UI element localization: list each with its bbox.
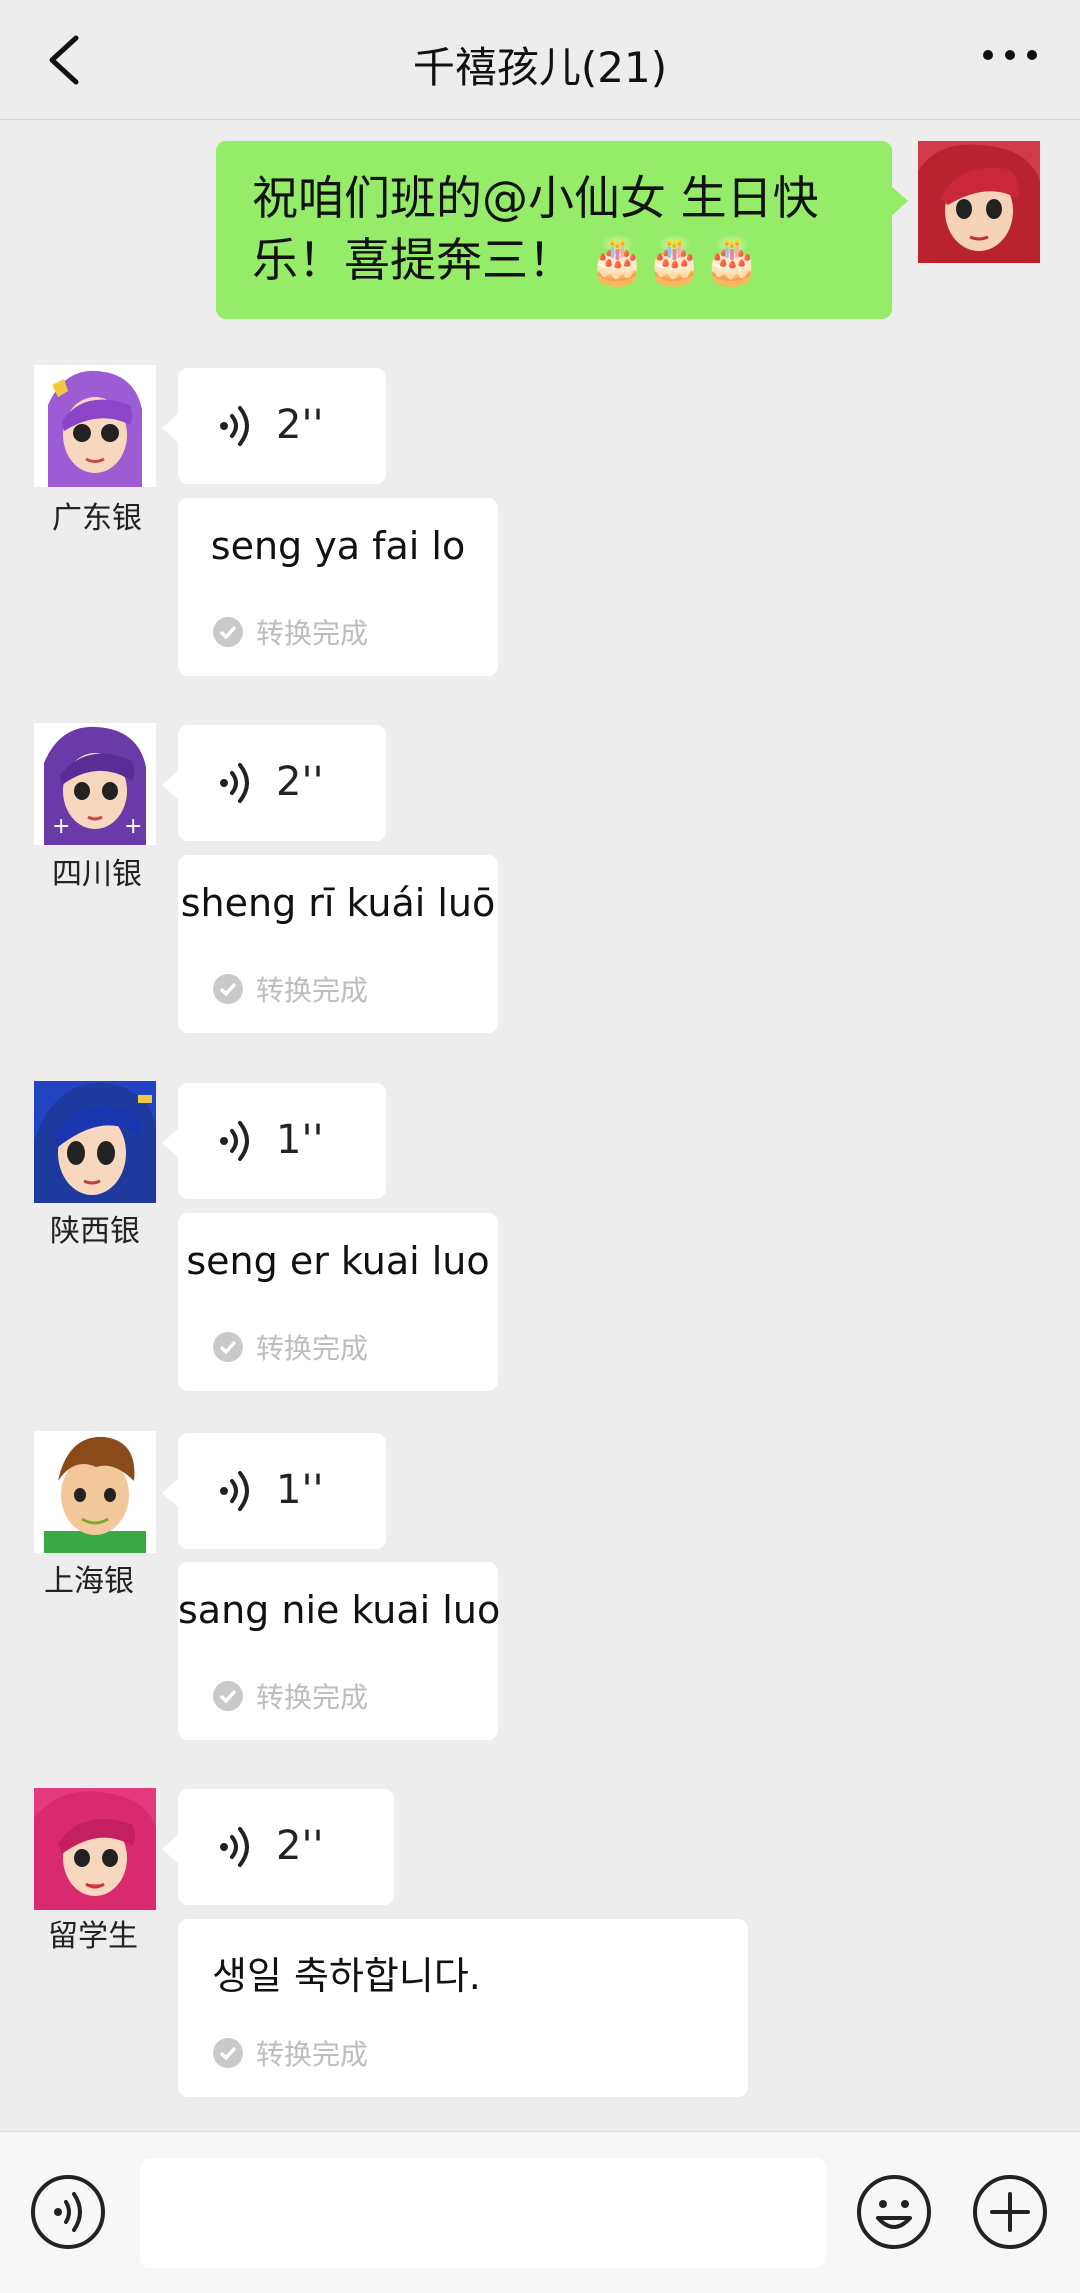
check-circle-icon: [213, 617, 243, 647]
status-text: 转换完成: [256, 974, 369, 1007]
chat-header: 千禧孩儿(21): [0, 0, 1080, 120]
transcript-status: 转换完成: [212, 969, 368, 1009]
transcript-status: 转换完成: [212, 612, 368, 652]
voice-message-bubble[interactable]: 2'': [162, 368, 386, 484]
voice-duration: 2'': [276, 402, 324, 448]
transcript-bubble[interactable]: seng er kuai luo 转换完成: [178, 1213, 498, 1391]
voice-message-bubble[interactable]: 2'': [162, 1789, 394, 1905]
status-text: 转换完成: [256, 1681, 369, 1714]
check-circle-icon: [213, 2038, 243, 2068]
avatar[interactable]: [34, 365, 156, 487]
voice-input-icon[interactable]: [30, 2174, 106, 2250]
avatar[interactable]: [34, 1081, 156, 1203]
voice-duration: 1'': [276, 1467, 324, 1513]
svg-text:+: +: [124, 814, 142, 839]
transcript-bubble[interactable]: sang nie kuai luo 转换完成: [178, 1562, 501, 1740]
nickname: 四川银: [52, 857, 142, 892]
nickname: 陕西银: [50, 1214, 140, 1249]
voice-message-bubble[interactable]: 1'': [162, 1433, 386, 1549]
self-message-text: 祝咱们班的@小仙女 生日快乐！喜提奔三！ 🎂🎂🎂: [252, 171, 819, 287]
transcript-text: sheng rī kuái luō: [180, 881, 496, 925]
self-message-bubble[interactable]: 祝咱们班的@小仙女 生日快乐！喜提奔三！ 🎂🎂🎂: [216, 141, 908, 319]
svg-text:+: +: [52, 814, 70, 839]
transcript-bubble[interactable]: seng ya fai lo 转换完成: [178, 498, 498, 676]
voice-wave-icon: [220, 1121, 249, 1161]
message-input[interactable]: [140, 2158, 826, 2268]
plus-icon[interactable]: [972, 2174, 1048, 2250]
transcript-bubble[interactable]: 생일 축하합니다. 转换完成: [178, 1919, 748, 2097]
status-text: 转换完成: [256, 1332, 369, 1365]
nickname: 上海银: [44, 1564, 134, 1599]
voice-wave-icon: [220, 763, 249, 803]
transcript-bubble[interactable]: sheng rī kuái luō 转换完成: [178, 855, 498, 1033]
transcript-status: 转换完成: [212, 2033, 368, 2073]
transcript-text: 생일 축하합니다.: [212, 1954, 481, 1998]
status-text: 转换完成: [256, 2038, 369, 2071]
voice-duration: 2'': [276, 1823, 324, 1869]
check-circle-icon: [213, 974, 243, 1004]
message-list[interactable]: 祝咱们班的@小仙女 生日快乐！喜提奔三！ 🎂🎂🎂 广东银 2'' seng ya…: [0, 121, 1080, 2131]
self-avatar[interactable]: [918, 141, 1040, 263]
transcript-text: seng er kuai luo: [186, 1239, 490, 1283]
voice-message-bubble[interactable]: 1'': [162, 1083, 386, 1199]
voice-wave-icon: [220, 406, 249, 446]
input-bar: [0, 2131, 1080, 2293]
voice-wave-icon: [220, 1471, 249, 1511]
avatar[interactable]: + +: [34, 723, 156, 845]
check-circle-icon: [213, 1681, 243, 1711]
transcript-status: 转换完成: [212, 1327, 368, 1367]
avatar[interactable]: [34, 1788, 156, 1910]
status-text: 转换完成: [256, 617, 369, 650]
nickname: 留学生: [48, 1919, 138, 1954]
nickname: 广东银: [52, 501, 142, 536]
transcript-text: sang nie kuai luo: [178, 1588, 501, 1632]
voice-duration: 1'': [276, 1117, 324, 1163]
voice-wave-icon: [220, 1827, 249, 1867]
chat-title: 千禧孩儿(21): [412, 43, 668, 92]
transcript-text: seng ya fai lo: [210, 524, 466, 568]
check-circle-icon: [213, 1332, 243, 1362]
more-dots-icon[interactable]: [980, 40, 1040, 70]
emoji-icon[interactable]: [856, 2174, 932, 2250]
voice-duration: 2'': [276, 759, 324, 805]
avatar[interactable]: [34, 1431, 156, 1553]
transcript-status: 转换完成: [212, 1676, 368, 1716]
voice-message-bubble[interactable]: 2'': [162, 725, 386, 841]
